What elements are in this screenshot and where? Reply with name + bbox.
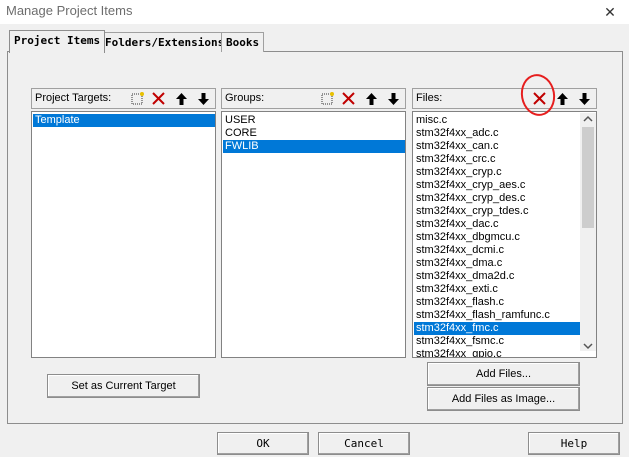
files-label: Files: (416, 92, 443, 104)
close-button[interactable]: ✕ (598, 2, 622, 22)
add-files-as-image-button[interactable]: Add Files as Image... (427, 387, 580, 411)
targets-new-button[interactable] (128, 90, 147, 108)
tab-folders-extensions[interactable]: Folders/Extensions (100, 32, 230, 52)
files-scrollbar[interactable] (580, 113, 596, 351)
list-item-file[interactable]: stm32f4xx_dma.c (414, 257, 581, 270)
list-item-group[interactable]: CORE (223, 127, 405, 140)
groups-header: Groups: (221, 88, 406, 109)
groups-list[interactable]: USER CORE FWLIB (221, 111, 406, 358)
scroll-down-icon[interactable] (583, 342, 593, 350)
list-item-file[interactable]: stm32f4xx_can.c (414, 140, 581, 153)
list-item-file[interactable]: stm32f4xx_cryp_des.c (414, 192, 581, 205)
targets-move-up-button[interactable] (172, 90, 191, 108)
targets-label: Project Targets: (35, 92, 112, 104)
files-move-up-button[interactable] (553, 90, 572, 108)
list-item-group[interactable]: USER (223, 114, 405, 127)
targets-move-down-button[interactable] (194, 90, 213, 108)
list-item-file[interactable]: stm32f4xx_dcmi.c (414, 244, 581, 257)
delete-icon (152, 92, 165, 105)
new-icon (131, 92, 144, 105)
delete-icon (342, 92, 355, 105)
list-item-file[interactable]: stm32f4xx_dbgmcu.c (414, 231, 581, 244)
cancel-button[interactable]: Cancel (318, 432, 410, 455)
groups-label: Groups: (225, 92, 265, 104)
list-item-file[interactable]: stm32f4xx_dma2d.c (414, 270, 581, 283)
list-item-file[interactable]: stm32f4xx_flash_ramfunc.c (414, 309, 581, 322)
ok-button[interactable]: OK (217, 432, 309, 455)
arrow-up-icon (557, 93, 568, 105)
list-item-file[interactable]: misc.c (414, 114, 581, 127)
add-files-button[interactable]: Add Files... (427, 362, 580, 386)
help-button[interactable]: Help (528, 432, 620, 455)
list-item-file[interactable]: stm32f4xx_crc.c (414, 153, 581, 166)
list-item-file[interactable]: stm32f4xx_adc.c (414, 127, 581, 140)
list-item-group[interactable]: FWLIB (223, 140, 405, 153)
arrow-up-icon (366, 93, 377, 105)
groups-move-down-button[interactable] (384, 90, 403, 108)
groups-move-up-button[interactable] (362, 90, 381, 108)
targets-list[interactable]: Template (31, 111, 216, 358)
list-item-file[interactable]: stm32f4xx_flash.c (414, 296, 581, 309)
list-item-file[interactable]: stm32f4xx_fmc.c (414, 322, 581, 335)
tab-project-items[interactable]: Project Items (9, 30, 106, 53)
list-item-file[interactable]: stm32f4xx_cryp.c (414, 166, 581, 179)
arrow-down-icon (198, 93, 209, 105)
arrow-down-icon (579, 93, 590, 105)
arrow-up-icon (176, 93, 187, 105)
window-title: Manage Project Items (6, 3, 133, 18)
groups-new-button[interactable] (318, 90, 337, 108)
files-move-down-button[interactable] (575, 90, 594, 108)
groups-delete-button[interactable] (339, 90, 358, 108)
list-item-file[interactable]: stm32f4xx_dac.c (414, 218, 581, 231)
list-item-target[interactable]: Template (33, 114, 215, 127)
list-item-file[interactable]: stm32f4xx_fsmc.c (414, 335, 581, 348)
scroll-up-icon[interactable] (583, 115, 593, 123)
arrow-down-icon (388, 93, 399, 105)
targets-delete-button[interactable] (149, 90, 168, 108)
new-icon (321, 92, 334, 105)
list-item-file[interactable]: stm32f4xx_gpio.c (414, 348, 581, 357)
targets-header: Project Targets: (31, 88, 216, 109)
list-item-file[interactable]: stm32f4xx_exti.c (414, 283, 581, 296)
set-current-target-button[interactable]: Set as Current Target (47, 374, 200, 398)
files-header: Files: (412, 88, 597, 109)
list-item-file[interactable]: stm32f4xx_cryp_aes.c (414, 179, 581, 192)
list-item-file[interactable]: stm32f4xx_cryp_tdes.c (414, 205, 581, 218)
files-list[interactable]: misc.c stm32f4xx_adc.c stm32f4xx_can.c stm3… (412, 111, 597, 358)
scrollbar-thumb[interactable] (582, 127, 594, 228)
tab-books[interactable]: Books (221, 32, 265, 52)
